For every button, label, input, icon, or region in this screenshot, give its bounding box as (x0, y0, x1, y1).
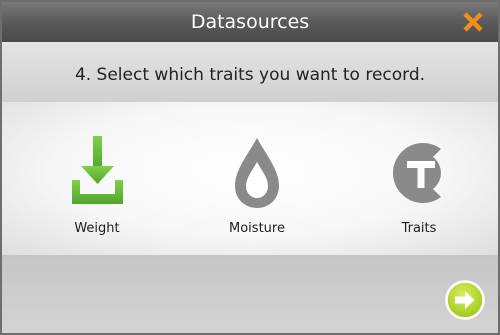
window-title: Datasources (190, 11, 310, 33)
close-icon (463, 12, 483, 32)
footer-bar (2, 255, 498, 333)
trait-moisture[interactable]: Moisture (187, 102, 327, 255)
instruction-bar: 4. Select which traits you want to recor… (2, 42, 498, 102)
traits-panel: Weight Moisture Traits (2, 102, 498, 255)
instruction-text: 4. Select which traits you want to recor… (74, 65, 426, 85)
close-button[interactable] (458, 7, 488, 37)
trait-moisture-label: Moisture (229, 221, 285, 236)
download-weight-icon (72, 136, 123, 204)
next-button[interactable] (445, 280, 485, 320)
datasources-window: Datasources 4. Select which traits you w… (0, 0, 500, 335)
arrow-right-icon (445, 280, 485, 320)
trait-traits-label: Traits (401, 221, 437, 236)
trait-weight-label: Weight (74, 221, 120, 236)
trait-traits[interactable]: Traits (349, 102, 489, 255)
ct-logo-icon (393, 143, 441, 203)
droplet-icon (235, 138, 279, 208)
trait-weight[interactable]: Weight (27, 102, 167, 255)
title-bar: Datasources (2, 2, 498, 42)
